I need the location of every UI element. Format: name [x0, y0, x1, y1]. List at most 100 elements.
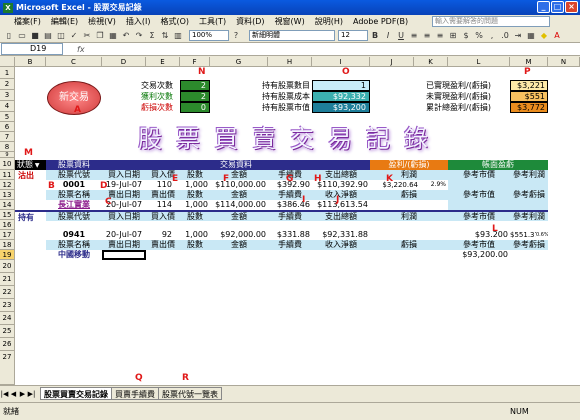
cut-icon[interactable]: ✂ — [81, 30, 93, 41]
col-header-b[interactable]: B — [15, 57, 46, 67]
menu-file[interactable]: 檔案(F) — [14, 16, 41, 27]
col-header-c[interactable]: C — [46, 57, 102, 67]
fill-color-icon[interactable]: ◆ — [538, 30, 550, 41]
dropdown-arrow-icon[interactable]: ▼ — [33, 162, 40, 169]
row-header[interactable]: 8 — [0, 142, 15, 152]
close-button[interactable]: × — [565, 1, 578, 13]
spell-icon[interactable]: ✓ — [68, 30, 80, 41]
col-header-j[interactable]: J — [370, 57, 414, 67]
col-header-d[interactable]: D — [102, 57, 146, 67]
comma-icon[interactable]: , — [486, 30, 498, 41]
first-sheet-icon[interactable]: |◀ — [0, 389, 9, 399]
menu-format[interactable]: 格式(O) — [160, 16, 189, 27]
row-header[interactable]: 22 — [0, 286, 15, 299]
last-sheet-icon[interactable]: ▶| — [27, 389, 36, 399]
col-header-n[interactable]: N — [548, 57, 580, 67]
annotation-p: P — [524, 67, 531, 77]
merge-icon[interactable]: ⊞ — [447, 30, 459, 41]
paste-icon[interactable]: ▦ — [107, 30, 119, 41]
save-icon[interactable]: ■ — [29, 30, 41, 41]
col-header-f[interactable]: F — [180, 57, 210, 67]
row-header[interactable]: 27 — [0, 351, 15, 385]
undo-icon[interactable]: ↶ — [120, 30, 132, 41]
font-color-icon[interactable]: A — [551, 30, 563, 41]
annotation-a: A — [74, 105, 81, 115]
menu-help[interactable]: 說明(H) — [315, 16, 343, 27]
align-right-icon[interactable]: ≡ — [434, 30, 446, 41]
menu-window[interactable]: 視窗(W) — [275, 16, 305, 27]
font-select[interactable]: 新細明體 — [249, 30, 335, 41]
select-all-corner[interactable] — [0, 57, 15, 67]
currency-icon[interactable]: $ — [460, 30, 472, 41]
menu-edit[interactable]: 編輯(E) — [51, 16, 78, 27]
preview-icon[interactable]: ◫ — [55, 30, 67, 41]
row-header[interactable]: 26 — [0, 338, 15, 351]
col-header-m[interactable]: M — [510, 57, 548, 67]
chart-icon[interactable]: ▥ — [172, 30, 184, 41]
row-header[interactable]: 10 — [0, 158, 15, 170]
col-header-h[interactable]: H — [268, 57, 312, 67]
sort-icon[interactable]: ⇅ — [159, 30, 171, 41]
row-header[interactable]: 3 — [0, 90, 15, 101]
border-icon[interactable]: ▦ — [525, 30, 537, 41]
row-header[interactable]: 2 — [0, 79, 15, 90]
row-header[interactable]: 14 — [0, 200, 15, 210]
row-header[interactable]: 25 — [0, 325, 15, 338]
indent-icon[interactable]: ⇥ — [512, 30, 524, 41]
help-icon[interactable]: ? — [230, 30, 242, 41]
row-header[interactable]: 13 — [0, 190, 15, 200]
col-header-g[interactable]: G — [210, 57, 268, 67]
print-icon[interactable]: ▤ — [42, 30, 54, 41]
italic-icon[interactable]: I — [382, 30, 394, 41]
row-header[interactable]: 6 — [0, 122, 15, 132]
col-header-l[interactable]: L — [448, 57, 510, 67]
row-header[interactable]: 11 — [0, 170, 15, 180]
help-question-input[interactable]: 輸入需要解答的問題 — [432, 16, 550, 27]
row-header[interactable]: 18 — [0, 240, 15, 250]
row-header[interactable]: 1 — [0, 67, 15, 79]
percent-icon[interactable]: % — [473, 30, 485, 41]
minimize-button[interactable]: _ — [537, 1, 550, 13]
row-header[interactable]: 24 — [0, 312, 15, 325]
row-header[interactable]: 21 — [0, 273, 15, 286]
sheet-tab-fees[interactable]: 買賣手續費 — [111, 387, 159, 400]
row-header[interactable]: 16 — [0, 220, 15, 230]
row-header[interactable]: 12 — [0, 180, 15, 190]
next-sheet-icon[interactable]: ▶ — [18, 389, 27, 399]
row-header[interactable]: 23 — [0, 299, 15, 312]
row-header[interactable]: 7 — [0, 132, 15, 142]
font-size-select[interactable]: 12 — [338, 30, 368, 41]
sheet-tab-stock-codes[interactable]: 股票代號一覽表 — [158, 387, 222, 400]
row-header[interactable]: 5 — [0, 112, 15, 122]
active-cell-d19[interactable] — [102, 250, 146, 260]
copy-icon[interactable]: ❐ — [94, 30, 106, 41]
redo-icon[interactable]: ↷ — [133, 30, 145, 41]
decimal-icon[interactable]: .0 — [499, 30, 511, 41]
zoom-select[interactable]: 100% — [189, 30, 229, 41]
sheet-tab-trades[interactable]: 股票買賣交易記錄 — [40, 387, 112, 400]
menu-data[interactable]: 資料(D) — [236, 16, 264, 27]
new-icon[interactable]: ▯ — [3, 30, 15, 41]
prev-sheet-icon[interactable]: ◀ — [9, 389, 18, 399]
row-header[interactable]: 15 — [0, 210, 15, 220]
row-header[interactable]: 20 — [0, 260, 15, 273]
row-header-active[interactable]: 19 — [0, 250, 15, 260]
col-header-k[interactable]: K — [414, 57, 448, 67]
menu-adobe-pdf[interactable]: Adobe PDF(B) — [353, 17, 408, 26]
name-box[interactable]: D19 — [1, 43, 63, 55]
maximize-button[interactable]: □ — [551, 1, 564, 13]
sum-icon[interactable]: Σ — [146, 30, 158, 41]
row-header[interactable]: 4 — [0, 101, 15, 112]
col-header-i[interactable]: I — [312, 57, 370, 67]
align-left-icon[interactable]: ≡ — [408, 30, 420, 41]
open-icon[interactable]: ▭ — [16, 30, 28, 41]
underline-icon[interactable]: U — [395, 30, 407, 41]
menu-tools[interactable]: 工具(T) — [199, 16, 226, 27]
fx-icon[interactable]: fx — [77, 45, 85, 54]
col-header-e[interactable]: E — [146, 57, 180, 67]
row-header[interactable]: 17 — [0, 230, 15, 240]
bold-icon[interactable]: B — [369, 30, 381, 41]
menu-view[interactable]: 檢視(V) — [88, 16, 116, 27]
menu-insert[interactable]: 插入(I) — [126, 16, 151, 27]
align-center-icon[interactable]: ≡ — [421, 30, 433, 41]
